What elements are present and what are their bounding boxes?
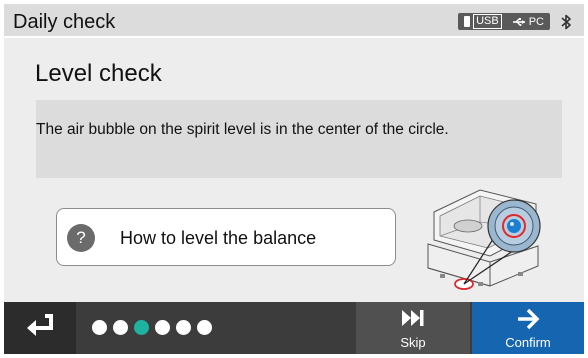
instruction-panel: The air bubble on the spirit level is in… xyxy=(36,100,562,178)
connection-status: USB PC xyxy=(458,13,550,30)
daily-check-screen: Daily check USB PC Level check The air b… xyxy=(4,4,584,354)
balance-level-illustration xyxy=(420,182,548,300)
skip-label: Skip xyxy=(400,335,426,350)
return-arrow-icon xyxy=(25,313,55,344)
confirm-label: Confirm xyxy=(505,335,551,350)
pc-label: PC xyxy=(528,15,544,28)
title-bar: Daily check USB PC xyxy=(4,4,584,38)
usb-label: USB xyxy=(473,14,502,29)
usb-status: USB xyxy=(464,13,502,30)
usb-plug-icon xyxy=(512,17,526,27)
back-button[interactable] xyxy=(4,302,76,354)
help-icon: ? xyxy=(67,224,95,252)
step-dot xyxy=(155,320,170,335)
instruction-text: The air bubble on the spirit level is in… xyxy=(36,121,449,138)
step-dot-current xyxy=(134,320,149,335)
step-dot xyxy=(113,320,128,335)
usb-drive-icon xyxy=(464,16,471,27)
skip-button[interactable]: Skip xyxy=(356,302,470,354)
arrow-right-icon xyxy=(516,308,540,335)
page-heading: Level check xyxy=(35,60,162,87)
status-indicators: USB PC xyxy=(458,13,572,30)
step-dot xyxy=(176,320,191,335)
how-to-level-button[interactable]: ? How to level the balance xyxy=(56,208,396,266)
bottom-navigation-bar: Skip Confirm xyxy=(4,302,584,354)
bluetooth-icon xyxy=(560,14,572,30)
confirm-button[interactable]: Confirm xyxy=(472,302,584,354)
skip-forward-icon xyxy=(400,308,426,333)
pc-status: PC xyxy=(512,16,544,28)
screen-title: Daily check xyxy=(13,11,116,33)
how-to-level-label: How to level the balance xyxy=(120,228,317,248)
step-dot xyxy=(197,320,212,335)
step-progress-dots xyxy=(92,320,212,335)
step-dot xyxy=(92,320,107,335)
